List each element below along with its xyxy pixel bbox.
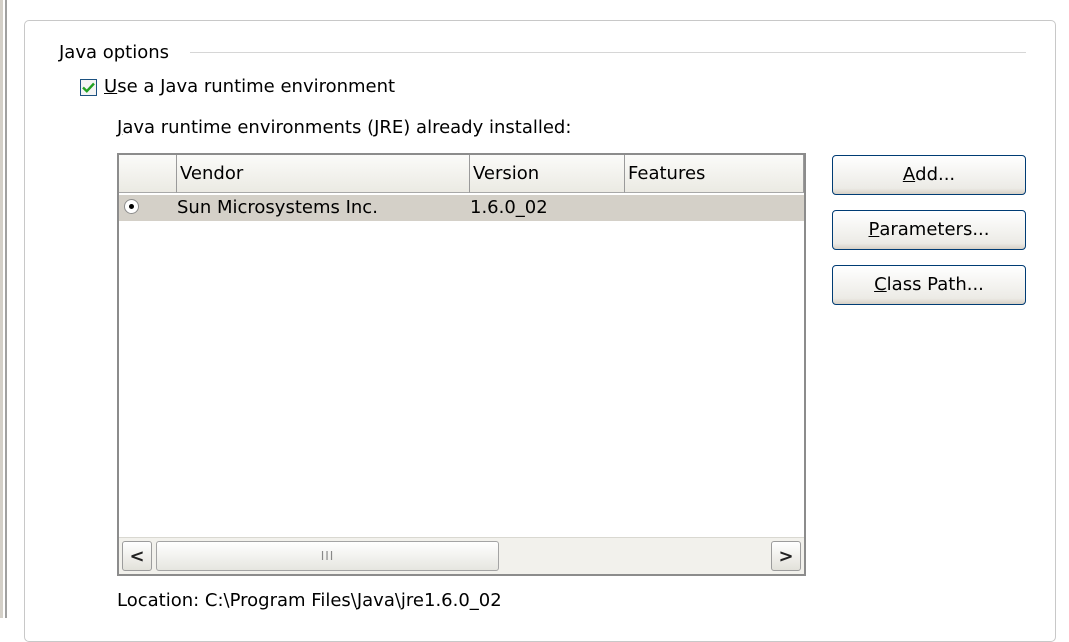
use-jre-checkbox[interactable] xyxy=(80,78,97,96)
grip-icon: III xyxy=(320,549,335,563)
group-divider xyxy=(190,52,1026,53)
window-edge-inner xyxy=(5,0,7,618)
column-header-features[interactable]: Features xyxy=(625,155,804,193)
column-header-select[interactable] xyxy=(119,155,177,193)
class-path-button[interactable]: Class Path... xyxy=(832,265,1026,305)
jre-list[interactable]: Vendor Version Features Sun Microsystems… xyxy=(117,153,806,576)
chevron-right-icon: > xyxy=(778,545,794,567)
chevron-left-icon: < xyxy=(129,545,145,567)
location-text: Location: C:\Program Files\Java\jre1.6.0… xyxy=(117,590,502,611)
scroll-thumb[interactable]: III xyxy=(156,541,499,571)
jre-list-label: Java runtime environments (JRE) already … xyxy=(117,117,572,138)
jre-version-cell: 1.6.0_02 xyxy=(470,197,548,218)
horizontal-scrollbar[interactable]: < III > xyxy=(119,537,804,574)
group-title: Java options xyxy=(59,42,170,63)
jre-row[interactable]: Sun Microsystems Inc. 1.6.0_02 xyxy=(119,195,804,221)
add-button[interactable]: Add... xyxy=(832,155,1026,195)
window-edge xyxy=(0,0,3,618)
checkmark-icon xyxy=(82,82,95,93)
use-jre-option[interactable]: Use a Java runtime environment xyxy=(80,76,395,98)
column-header-version[interactable]: Version xyxy=(470,155,625,193)
scroll-left-button[interactable]: < xyxy=(122,541,152,571)
jre-vendor-cell: Sun Microsystems Inc. xyxy=(177,197,378,218)
scroll-right-button[interactable]: > xyxy=(771,541,801,571)
jre-radio-selected[interactable] xyxy=(124,199,139,214)
use-jre-label[interactable]: Use a Java runtime environment xyxy=(104,76,395,98)
parameters-button[interactable]: Parameters... xyxy=(832,210,1026,250)
column-header-vendor[interactable]: Vendor xyxy=(177,155,470,193)
